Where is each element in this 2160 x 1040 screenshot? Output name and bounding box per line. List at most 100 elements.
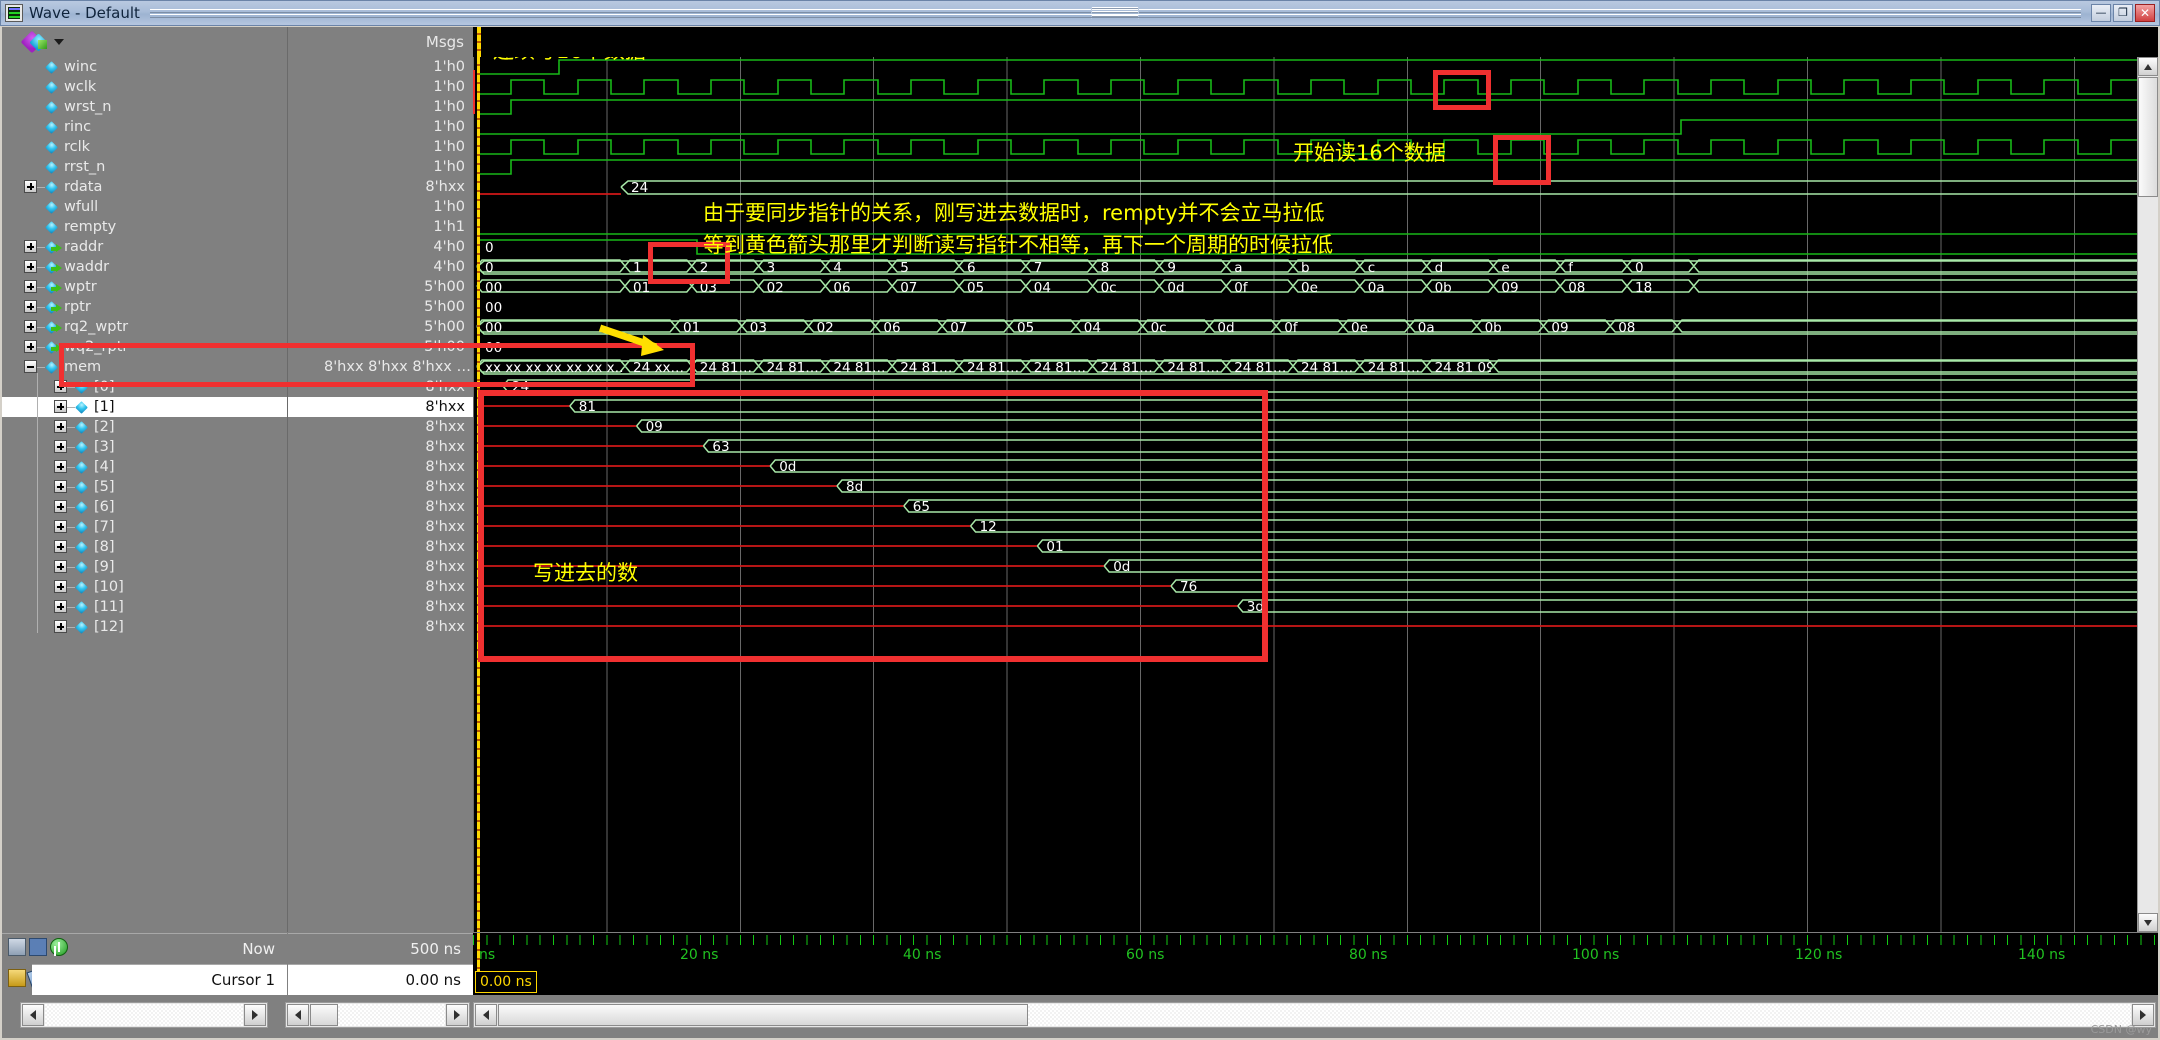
signal-value-label: 4'h0	[433, 239, 465, 255]
signal-name-label: [10]	[94, 579, 124, 595]
wave-scroll-thumb[interactable]	[498, 1004, 1028, 1026]
minimize-button[interactable]: —	[2091, 4, 2111, 22]
signal-row-rinc[interactable]: rinc	[2, 117, 287, 137]
signal-name-label: [3]	[94, 439, 115, 455]
add-cursor-icon[interactable]	[50, 938, 68, 956]
signal-row-rptr[interactable]: rptr	[2, 297, 287, 317]
time-ruler[interactable]: ns 20 ns 40 ns 60 ns 80 ns 100 ns 120 ns 140 ns…	[473, 933, 2158, 995]
wave-scroll-track[interactable]	[1028, 1004, 2131, 1026]
signal-row-8[interactable]: [8]	[2, 537, 287, 557]
tree-connector	[67, 607, 75, 608]
expand-plus-icon[interactable]	[24, 340, 37, 353]
signal-value-row: 1'h0	[288, 117, 473, 137]
signal-row-rclk[interactable]: rclk	[2, 137, 287, 157]
signal-row-1[interactable]: [1]	[2, 397, 287, 417]
ruler-ticks	[473, 935, 2158, 945]
name-scroll-right-button[interactable]	[244, 1004, 266, 1026]
value-scroll-right-button[interactable]	[446, 1004, 468, 1026]
expand-plus-icon[interactable]	[24, 300, 37, 313]
signal-row-wptr[interactable]: wptr	[2, 277, 287, 297]
name-scroll-track[interactable]	[45, 1004, 243, 1026]
expand-plus-icon[interactable]	[24, 280, 37, 293]
signal-row-3[interactable]: [3]	[2, 437, 287, 457]
wave-vertical-scrollbar[interactable]	[2137, 57, 2158, 932]
expand-plus-icon[interactable]	[54, 400, 67, 413]
signal-row-wclk[interactable]: wclk	[2, 77, 287, 97]
signal-value-row: 1'h1	[288, 217, 473, 237]
signal-row-rempty[interactable]: rempty	[2, 217, 287, 237]
signal-row-9[interactable]: [9]	[2, 557, 287, 577]
signal-row-12[interactable]: [12]	[2, 617, 287, 637]
chevron-down-icon[interactable]	[54, 39, 64, 45]
signal-row-wrst_n[interactable]: wrst_n	[2, 97, 287, 117]
signal-value-row: 5'h00	[288, 297, 473, 317]
expand-plus-icon[interactable]	[54, 600, 67, 613]
signal-row-6[interactable]: [6]	[2, 497, 287, 517]
expand-plus-icon[interactable]	[54, 420, 67, 433]
signal-name-label: [4]	[94, 459, 115, 475]
expand-plus-icon[interactable]	[54, 620, 67, 633]
value-scroll-track[interactable]	[338, 1004, 445, 1026]
expand-plus-icon[interactable]	[54, 500, 67, 513]
expand-plus-icon[interactable]	[24, 240, 37, 253]
signal-row-11[interactable]: [11]	[2, 597, 287, 617]
signal-name-pane[interactable]: winc wclk wrst_n rinc rclk rrst_n rdata wfull re…	[2, 57, 288, 932]
signal-value-row: 8'hxx	[288, 537, 473, 557]
signal-row-7[interactable]: [7]	[2, 517, 287, 537]
signal-diamond-icon	[45, 181, 58, 194]
value-scroll-left-button[interactable]	[287, 1004, 309, 1026]
signal-row-wfull[interactable]: wfull	[2, 197, 287, 217]
signal-row-4[interactable]: [4]	[2, 457, 287, 477]
expand-plus-icon[interactable]	[54, 440, 67, 453]
signal-name-label: [6]	[94, 499, 115, 515]
signal-row-waddr[interactable]: waddr	[2, 257, 287, 277]
expand-plus-icon[interactable]	[54, 580, 67, 593]
signal-diamond-icon	[75, 481, 88, 494]
expand-plus-icon[interactable]	[54, 480, 67, 493]
signal-row-2[interactable]: [2]	[2, 417, 287, 437]
expand-plus-icon[interactable]	[54, 560, 67, 573]
value-scroll-thumb[interactable]	[310, 1004, 338, 1026]
monitor-icon[interactable]	[29, 938, 47, 956]
cursor-time-flag[interactable]: 0.00 ns	[475, 971, 537, 993]
wave-pane-hscroll[interactable]	[473, 1002, 2156, 1028]
name-scroll-left-button[interactable]	[22, 1004, 44, 1026]
signal-row-5[interactable]: [5]	[2, 477, 287, 497]
cursor-row[interactable]: Cursor 1	[32, 964, 287, 995]
wave-column-header	[473, 27, 2158, 58]
signal-row-winc[interactable]: winc	[2, 57, 287, 77]
save-icon[interactable]	[8, 938, 26, 956]
scroll-up-button[interactable]	[2138, 57, 2158, 76]
scroll-down-button[interactable]	[2138, 913, 2158, 932]
wave-scroll-left-button[interactable]	[475, 1004, 497, 1026]
expand-plus-icon[interactable]	[54, 540, 67, 553]
signal-row-raddr[interactable]: raddr	[2, 237, 287, 257]
cursor-value-cell[interactable]: 0.00 ns	[288, 964, 473, 995]
signal-value-pane[interactable]: 1'h0 1'h0 1'h0 1'h0 1'h0 1'h0 8'hxx 1'h0 1'h1 4'h…	[288, 57, 473, 932]
signal-row-rdata[interactable]: rdata	[2, 177, 287, 197]
lock-icon[interactable]	[8, 969, 26, 987]
close-button[interactable]: ✕	[2135, 4, 2155, 22]
expand-plus-icon[interactable]	[54, 520, 67, 533]
name-pane-hscroll[interactable]	[20, 1002, 268, 1028]
expand-plus-icon[interactable]	[24, 260, 37, 273]
signal-name-label: rq2_wptr	[64, 319, 129, 335]
maximize-button[interactable]: ❐	[2113, 4, 2133, 22]
signal-value-row: 1'h0	[288, 157, 473, 177]
now-row: Now	[2, 933, 287, 964]
signal-row-rrst_n[interactable]: rrst_n	[2, 157, 287, 177]
expand-plus-icon[interactable]	[24, 320, 37, 333]
signal-name-label: [5]	[94, 479, 115, 495]
value-pane-hscroll[interactable]	[285, 1002, 470, 1028]
expand-plus-icon[interactable]	[24, 180, 37, 193]
signal-row-10[interactable]: [10]	[2, 577, 287, 597]
signal-value-label: 1'h0	[433, 139, 465, 155]
vertical-scroll-thumb[interactable]	[2138, 77, 2158, 197]
expand-plus-icon[interactable]	[54, 460, 67, 473]
signal-row-rq2_wptr[interactable]: rq2_wptr	[2, 317, 287, 337]
signal-name-label: [1]	[94, 399, 115, 415]
window-grip[interactable]	[1091, 7, 1140, 19]
waveform-pane[interactable]: .g{stroke:#18b818;stroke-width:1.6;fill:…	[473, 57, 2158, 932]
collapse-minus-icon[interactable]	[24, 360, 37, 373]
signal-value-label: 4'h0	[433, 259, 465, 275]
